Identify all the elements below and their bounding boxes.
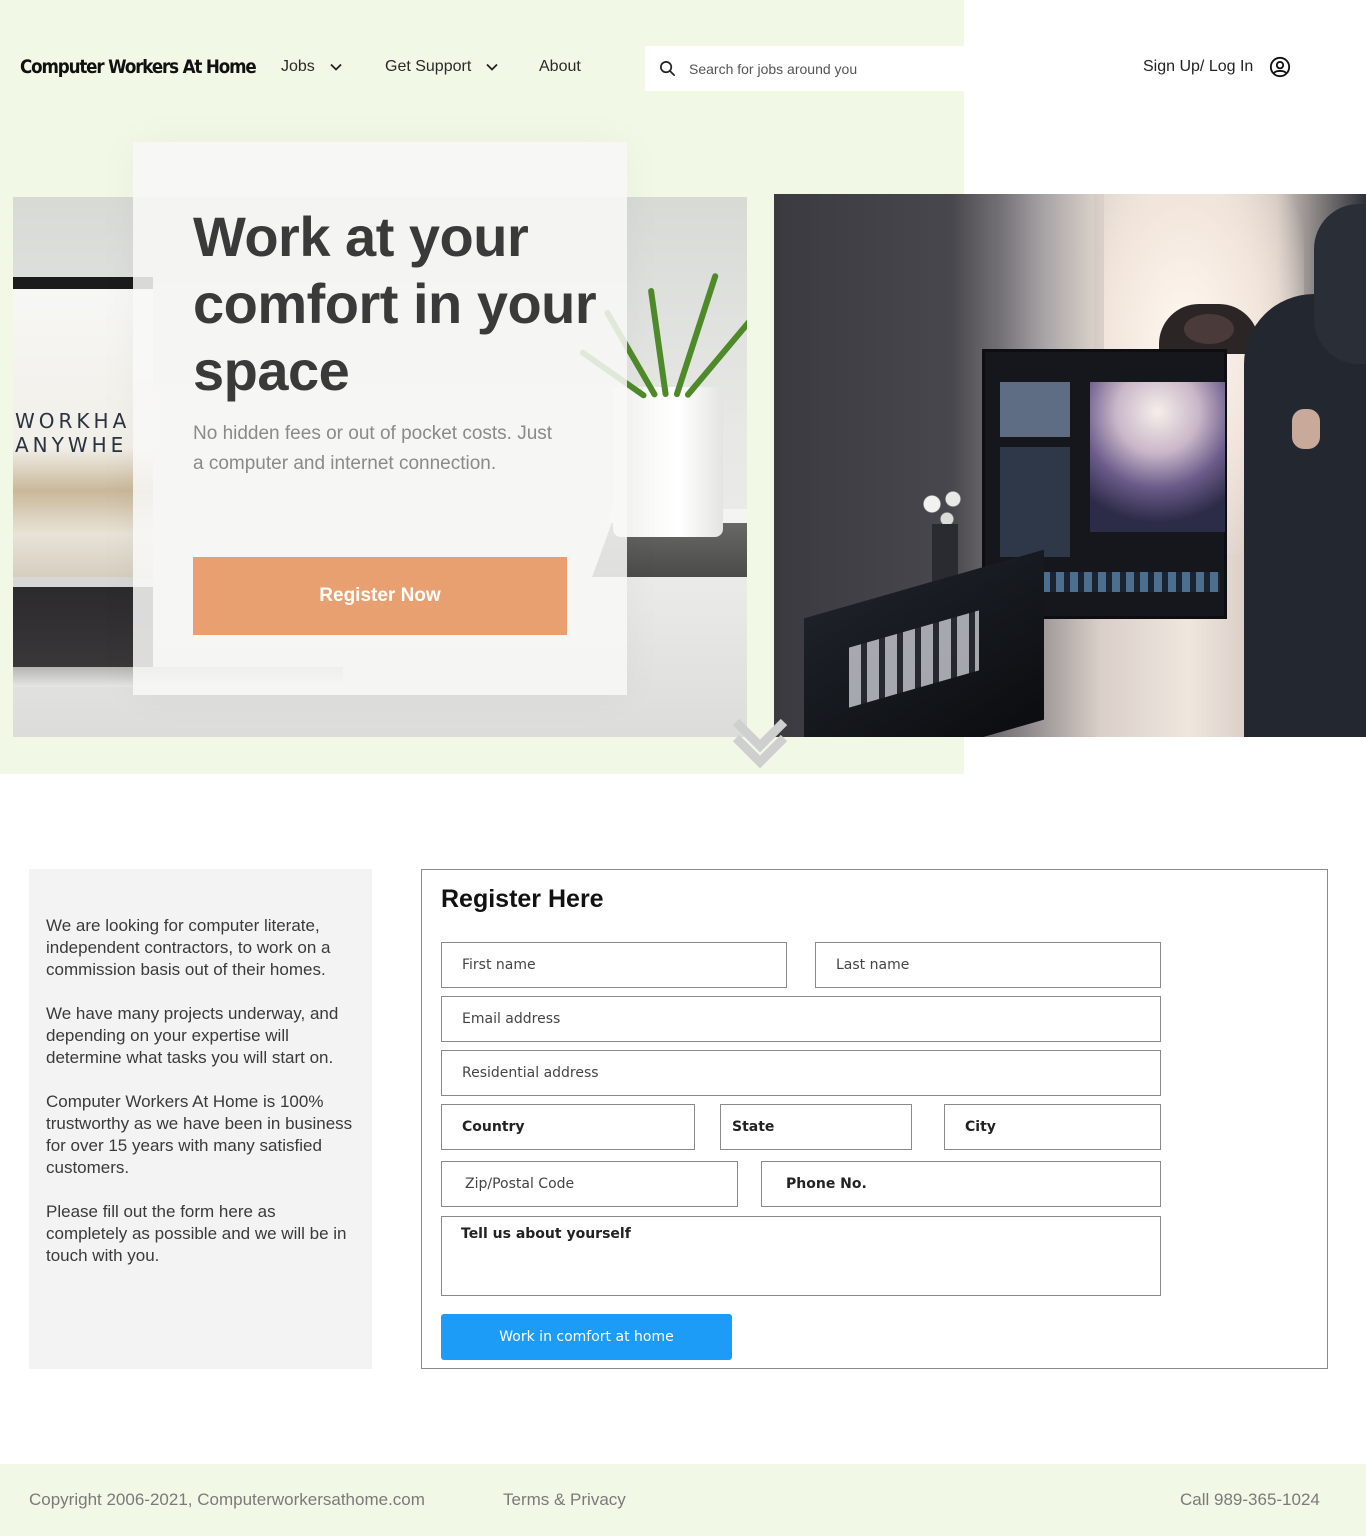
search-input[interactable]	[689, 60, 939, 77]
state-select[interactable]: State	[720, 1104, 912, 1150]
info-paragraph: We are looking for computer literate, in…	[46, 916, 331, 979]
zip-code-field[interactable]	[441, 1161, 738, 1207]
info-panel: We are looking for computer literate, in…	[29, 869, 372, 1369]
city-select[interactable]: City	[944, 1104, 1161, 1150]
phone-field[interactable]: Phone No.	[761, 1161, 1161, 1207]
first-name-field[interactable]	[441, 942, 787, 988]
double-chevron-down-icon[interactable]	[730, 712, 790, 770]
search-bar[interactable]	[645, 46, 964, 91]
residential-address-field[interactable]	[441, 1050, 1161, 1096]
footer-phone[interactable]: Call 989-365-1024	[1180, 1490, 1320, 1510]
brand-logo[interactable]: Computer Workers At Home	[20, 56, 257, 78]
laptop-screen-text: WORKHA ANYWHE	[15, 409, 131, 457]
info-paragraph: We have many projects underway, and depe…	[46, 1004, 339, 1067]
nav-get-support-label: Get Support	[385, 58, 472, 75]
nav-about[interactable]: About	[539, 58, 581, 76]
hero-image-workstation	[774, 194, 1366, 737]
webcam-lens	[1184, 314, 1234, 344]
register-now-button[interactable]: Register Now	[193, 557, 567, 635]
hero-title: Work at your comfort in your space	[193, 205, 597, 402]
nav-about-label: About	[539, 58, 581, 75]
plant-pot	[613, 387, 723, 537]
footer-terms-link[interactable]: Terms & Privacy	[503, 1490, 626, 1510]
search-icon	[660, 61, 675, 76]
plant-leaf	[647, 287, 669, 398]
monitor-thumbnail	[1000, 382, 1070, 437]
chevron-down-icon	[330, 63, 342, 71]
user-circle-icon	[1270, 56, 1291, 78]
laptop-keyboard	[13, 577, 153, 667]
nav-jobs-label: Jobs	[281, 58, 315, 75]
form-title: Register Here	[441, 885, 604, 913]
hero-subtitle: No hidden fees or out of pocket costs. J…	[193, 423, 553, 474]
signup-login-label: Sign Up/ Log In	[1143, 58, 1254, 75]
person-hand	[1292, 409, 1320, 449]
country-select[interactable]: Country	[441, 1104, 695, 1150]
person-head	[1314, 204, 1366, 364]
footer-copyright: Copyright 2006-2021, Computerworkersatho…	[29, 1490, 425, 1509]
nav-jobs[interactable]: Jobs	[281, 58, 343, 76]
monitor-photo	[1090, 382, 1225, 532]
footer: Copyright 2006-2021, Computerworkersatho…	[0, 1464, 1366, 1536]
info-paragraph: Please fill out the form here as complet…	[46, 1202, 347, 1265]
about-yourself-field[interactable]: Tell us about yourself	[441, 1216, 1161, 1296]
last-name-field[interactable]	[815, 942, 1161, 988]
nav-get-support[interactable]: Get Support	[385, 58, 499, 76]
signup-login-link[interactable]: Sign Up/ Log In	[1143, 56, 1291, 78]
info-paragraph: Computer Workers At Home is 100% trustwo…	[46, 1092, 353, 1177]
monitor-sidebar	[1000, 447, 1070, 557]
email-field[interactable]	[441, 996, 1161, 1042]
chevron-down-icon	[486, 63, 498, 71]
submit-button[interactable]: Work in comfort at home	[441, 1314, 732, 1360]
